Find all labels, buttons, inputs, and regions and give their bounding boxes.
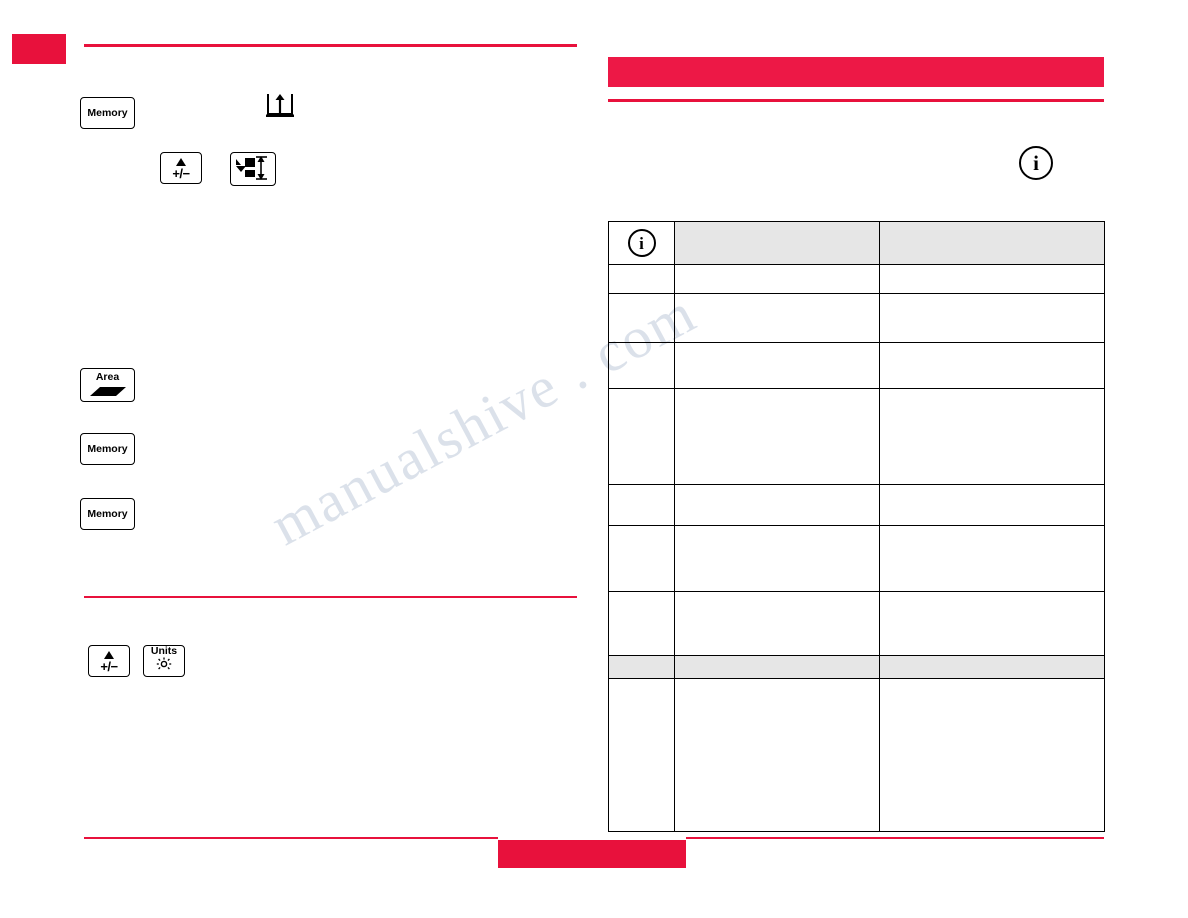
key-memory-1-label: Memory: [87, 106, 128, 119]
footer-rule-left: [84, 837, 498, 839]
table-cell-right: [879, 484, 1105, 526]
table-cell-icon: [608, 388, 675, 485]
key-memory-2-label: Memory: [87, 442, 128, 455]
table-cell-mid: [674, 525, 880, 592]
footer-rule-right: [686, 837, 1104, 839]
table-cell-right: [879, 591, 1105, 656]
info-icon: i: [1019, 146, 1053, 180]
table-row: [608, 293, 1105, 343]
left-column-top-rule: [84, 44, 577, 47]
key-height-tracking[interactable]: [230, 152, 276, 186]
table-cell-icon: [608, 678, 675, 832]
table-row: [608, 388, 1105, 485]
footer-red-block: [498, 840, 686, 868]
table-header-row: i: [608, 221, 1105, 265]
key-units-label: Units: [150, 644, 178, 657]
table-row: [608, 525, 1105, 592]
table-row: [608, 678, 1105, 832]
table-header-col2: [674, 221, 880, 265]
table-header-icon-cell: i: [608, 221, 675, 265]
key-plusminus-1-label: +/−: [172, 166, 190, 181]
triangle-up-icon: [176, 158, 186, 166]
table-cell-icon: [608, 293, 675, 343]
key-memory-3-label: Memory: [87, 507, 128, 520]
table-cell-mid: [674, 293, 880, 343]
key-memory-2[interactable]: Memory: [80, 433, 135, 465]
table-cell-icon: [608, 342, 675, 389]
table-cell-icon: [608, 591, 675, 656]
key-plusminus-1[interactable]: +/−: [160, 152, 202, 184]
table-cell-right: [879, 293, 1105, 343]
table-separator-row: [608, 655, 1105, 679]
table-cell-mid: [674, 264, 880, 294]
measure-reference-icon: [264, 92, 296, 117]
table-cell-icon: [608, 264, 675, 294]
manual-page: manualshive . com Memory +/− Area Memory…: [0, 0, 1188, 918]
table-cell-right: [879, 388, 1105, 485]
table-row: [608, 484, 1105, 526]
table-cell-right: [879, 678, 1105, 832]
info-icon-small: i: [627, 229, 656, 257]
right-column-title-bar: [608, 57, 1104, 87]
key-area-label: Area: [95, 371, 120, 383]
table-row: [608, 342, 1105, 389]
key-memory-1[interactable]: Memory: [80, 97, 135, 129]
key-units[interactable]: Units: [143, 645, 185, 677]
table-cell-right: [879, 264, 1105, 294]
key-area[interactable]: Area: [80, 368, 135, 402]
key-plusminus-2[interactable]: +/−: [88, 645, 130, 677]
table-cell-mid: [674, 388, 880, 485]
table-header-col3: [879, 221, 1105, 265]
table-sep-right: [879, 655, 1105, 679]
right-column-title-rule: [608, 99, 1104, 102]
table-cell-right: [879, 525, 1105, 592]
table-cell-mid: [674, 484, 880, 526]
illumination-icon: [156, 657, 172, 676]
info-table-container: i: [608, 221, 1105, 832]
table-row: [608, 591, 1105, 656]
table-cell-icon: [608, 484, 675, 526]
table-cell-mid: [674, 591, 880, 656]
triangle-up-icon-2: [104, 651, 114, 659]
table-sep-icon: [608, 655, 675, 679]
key-memory-3[interactable]: Memory: [80, 498, 135, 530]
page-corner-tab: [12, 34, 66, 64]
left-column-mid-rule: [84, 596, 577, 598]
key-plusminus-2-label: +/−: [100, 659, 118, 674]
info-table: i: [608, 221, 1105, 832]
table-cell-icon: [608, 525, 675, 592]
height-tracking-icon: [236, 156, 267, 180]
table-cell-right: [879, 342, 1105, 389]
table-row: [608, 264, 1105, 294]
table-cell-mid: [674, 678, 880, 832]
table-cell-mid: [674, 342, 880, 389]
area-icon: [88, 385, 128, 403]
table-sep-mid: [674, 655, 880, 679]
